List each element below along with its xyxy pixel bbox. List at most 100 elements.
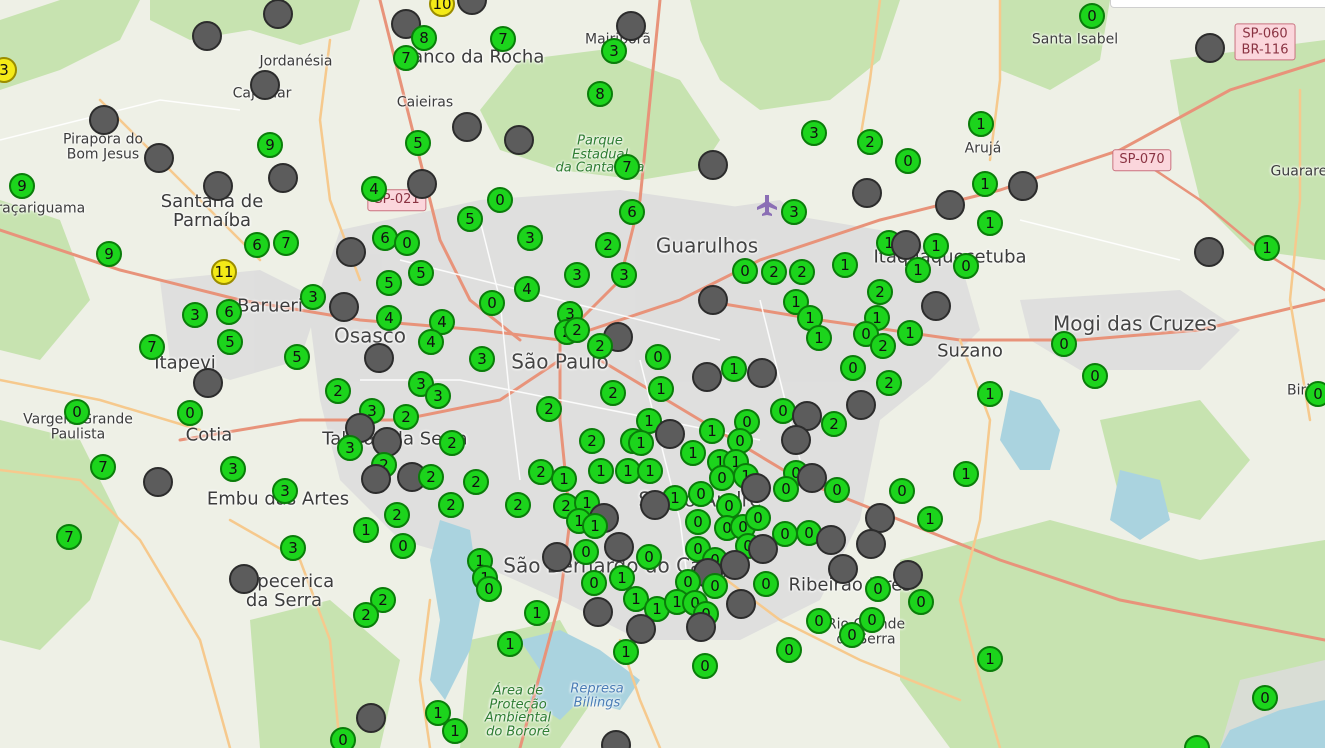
station-marker-green[interactable]: 3 xyxy=(601,38,627,64)
station-marker-offline[interactable] xyxy=(891,230,921,260)
station-marker-green[interactable]: 0 xyxy=(753,571,779,597)
station-marker-green[interactable]: 0 xyxy=(895,148,921,174)
station-marker-green[interactable]: 1 xyxy=(968,111,994,137)
station-marker-green[interactable]: 0 xyxy=(745,505,771,531)
station-marker-green[interactable]: 6 xyxy=(619,199,645,225)
station-marker-offline[interactable] xyxy=(698,285,728,315)
station-marker-offline[interactable] xyxy=(263,0,293,29)
station-marker-green[interactable]: 1 xyxy=(897,320,923,346)
station-marker-green[interactable]: 7 xyxy=(273,230,299,256)
station-marker-green[interactable]: 2 xyxy=(505,492,531,518)
station-marker-green[interactable]: 1 xyxy=(699,418,725,444)
station-marker-green[interactable]: 0 xyxy=(476,576,502,602)
station-marker-green[interactable]: 1 xyxy=(806,325,832,351)
station-marker-offline[interactable] xyxy=(846,390,876,420)
station-marker-green[interactable]: 9 xyxy=(257,132,283,158)
station-marker-green[interactable]: 5 xyxy=(457,206,483,232)
station-marker-green[interactable]: 2 xyxy=(325,378,351,404)
station-marker-green[interactable]: 7 xyxy=(393,45,419,71)
top-control-bar[interactable] xyxy=(1110,0,1325,8)
station-marker-green[interactable]: 9 xyxy=(9,173,35,199)
station-marker-green[interactable]: 5 xyxy=(408,260,434,286)
station-marker-green[interactable]: 8 xyxy=(587,81,613,107)
station-marker-green[interactable]: 0 xyxy=(479,290,505,316)
station-marker-offline[interactable] xyxy=(329,292,359,322)
station-marker-green[interactable]: 1 xyxy=(721,356,747,382)
station-marker-green[interactable]: 0 xyxy=(908,589,934,615)
station-marker-green[interactable]: 9 xyxy=(96,241,122,267)
station-marker-green[interactable]: 3 xyxy=(469,346,495,372)
station-marker-green[interactable]: 3 xyxy=(425,383,451,409)
station-marker-green[interactable]: 3 xyxy=(564,262,590,288)
station-marker-offline[interactable] xyxy=(203,171,233,201)
station-marker-offline[interactable] xyxy=(797,463,827,493)
station-marker-offline[interactable] xyxy=(935,190,965,220)
map-canvas[interactable]: JordanésiaCajamarFranco da RochaCaieiras… xyxy=(0,0,1325,748)
station-marker-green[interactable]: 1 xyxy=(582,513,608,539)
station-marker-offline[interactable] xyxy=(692,362,722,392)
station-marker-green[interactable]: 4 xyxy=(376,305,402,331)
station-marker-green[interactable]: 2 xyxy=(876,370,902,396)
station-marker-green[interactable]: 2 xyxy=(870,333,896,359)
station-marker-green[interactable]: 7 xyxy=(139,334,165,360)
station-marker-green[interactable]: 3 xyxy=(781,199,807,225)
station-marker-green[interactable]: 0 xyxy=(394,230,420,256)
station-marker-green[interactable]: 2 xyxy=(857,129,883,155)
station-marker-green[interactable]: 1 xyxy=(917,506,943,532)
station-marker-offline[interactable] xyxy=(356,703,386,733)
station-marker-green[interactable]: 2 xyxy=(418,464,444,490)
station-marker-offline[interactable] xyxy=(192,21,222,51)
station-marker-offline[interactable] xyxy=(698,150,728,180)
station-marker-green[interactable]: 0 xyxy=(487,187,513,213)
station-marker-green[interactable]: 0 xyxy=(330,727,356,748)
station-marker-green[interactable]: 6 xyxy=(216,299,242,325)
station-marker-green[interactable]: 1 xyxy=(628,430,654,456)
station-marker-green[interactable]: 0 xyxy=(953,253,979,279)
station-marker-green[interactable]: 2 xyxy=(761,259,787,285)
station-marker-green[interactable]: 2 xyxy=(353,602,379,628)
station-marker-green[interactable]: 2 xyxy=(384,502,410,528)
station-marker-green[interactable]: 1 xyxy=(923,233,949,259)
station-marker-green[interactable]: 7 xyxy=(90,454,116,480)
station-marker-green[interactable]: 3 xyxy=(182,302,208,328)
station-marker-green[interactable]: 0 xyxy=(645,344,671,370)
station-marker-green[interactable]: 0 xyxy=(685,509,711,535)
station-marker-offline[interactable] xyxy=(229,564,259,594)
station-marker-offline[interactable] xyxy=(828,554,858,584)
station-marker-offline[interactable] xyxy=(640,490,670,520)
station-marker-offline[interactable] xyxy=(336,237,366,267)
station-marker-green[interactable]: 0 xyxy=(776,637,802,663)
station-marker-green[interactable]: 0 xyxy=(1079,3,1105,29)
station-marker-green[interactable]: 4 xyxy=(418,329,444,355)
station-marker-offline[interactable] xyxy=(726,589,756,619)
station-marker-green[interactable]: 1 xyxy=(972,171,998,197)
station-marker-offline[interactable] xyxy=(504,125,534,155)
station-marker-offline[interactable] xyxy=(250,70,280,100)
station-marker-offline[interactable] xyxy=(542,542,572,572)
station-marker-offline[interactable] xyxy=(1195,33,1225,63)
station-marker-yellow[interactable]: 11 xyxy=(211,259,237,285)
station-marker-offline[interactable] xyxy=(193,368,223,398)
station-marker-green[interactable]: 5 xyxy=(284,344,310,370)
station-marker-green[interactable]: 1 xyxy=(637,458,663,484)
station-marker-green[interactable]: 0 xyxy=(692,653,718,679)
station-marker-green[interactable]: 1 xyxy=(353,517,379,543)
station-marker-green[interactable]: 0 xyxy=(636,544,662,570)
station-marker-green[interactable]: 0 xyxy=(865,576,891,602)
station-marker-green[interactable]: 3 xyxy=(337,435,363,461)
station-marker-green[interactable]: 0 xyxy=(1082,363,1108,389)
station-marker-green[interactable]: 1 xyxy=(832,252,858,278)
station-marker-green[interactable]: 1 xyxy=(442,718,468,744)
station-marker-green[interactable]: 2 xyxy=(867,279,893,305)
station-marker-green[interactable]: 3 xyxy=(300,284,326,310)
station-marker-green[interactable]: 2 xyxy=(821,411,847,437)
station-marker-green[interactable]: 0 xyxy=(1305,381,1325,407)
station-marker-green[interactable]: 2 xyxy=(564,317,590,343)
station-marker-green[interactable]: 3 xyxy=(280,535,306,561)
station-marker-green[interactable]: 7 xyxy=(56,524,82,550)
station-marker-green[interactable]: 4 xyxy=(361,176,387,202)
station-marker-offline[interactable] xyxy=(921,291,951,321)
station-marker-green[interactable]: 1 xyxy=(1254,235,1280,261)
station-marker-green[interactable]: 1 xyxy=(648,376,674,402)
station-marker-green[interactable]: 1 xyxy=(953,461,979,487)
